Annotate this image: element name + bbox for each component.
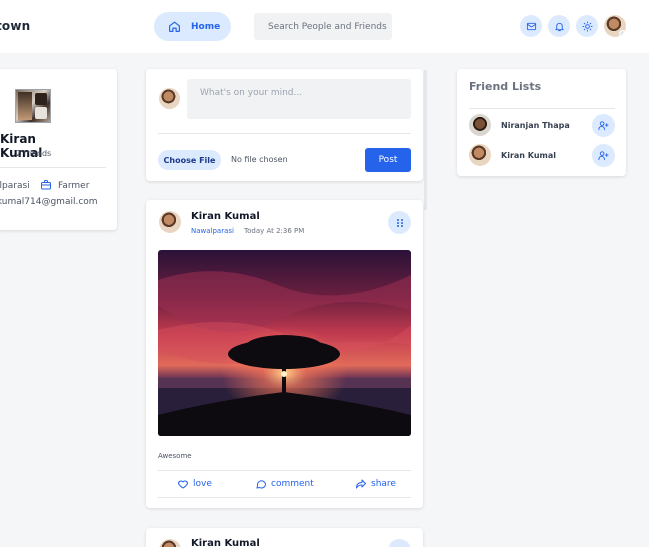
profile-card: Kiran Kumal 2 friends alparasi Farmer .k… <box>0 69 117 230</box>
comment-label: comment <box>271 479 314 489</box>
search-input[interactable] <box>254 13 392 40</box>
briefcase-icon <box>41 180 51 190</box>
profile-email: .kumal714@gmail.com <box>0 197 98 207</box>
divider <box>158 133 411 134</box>
sun-icon <box>581 20 593 32</box>
comment-button[interactable]: comment <box>255 478 314 490</box>
post-author-name[interactable]: Kiran Kumal <box>191 538 260 547</box>
post-author-avatar[interactable] <box>159 539 181 547</box>
friend-lists-title: Friend Lists <box>469 80 542 93</box>
bell-icon <box>554 22 564 31</box>
friend-lists-card: Friend Lists Niranjan Thapa Kiran Kumal <box>457 69 626 176</box>
user-avatar-menu[interactable] <box>604 15 626 37</box>
love-button[interactable]: love <box>177 478 212 490</box>
home-button[interactable]: Home <box>154 12 231 41</box>
friend-name: Kiran Kumal <box>501 151 556 160</box>
friend-avatar <box>469 144 491 166</box>
profile-location: alparasi <box>0 181 30 191</box>
profile-friends-count: 2 friends <box>16 149 52 158</box>
post-image[interactable] <box>158 250 411 436</box>
love-label: love <box>193 479 212 489</box>
feed-scrollbar[interactable] <box>424 70 427 210</box>
profile-occupation: Farmer <box>58 181 90 191</box>
divider <box>158 497 411 498</box>
add-friend-button[interactable] <box>592 144 615 167</box>
brand-logo-text[interactable]: town <box>0 19 30 33</box>
mail-button[interactable] <box>520 15 542 37</box>
post-card: Kiran Kumal Nawalparasi Today At 2:36 PM <box>146 200 423 508</box>
post-timestamp: Today At 2:36 PM <box>244 227 305 235</box>
post-submit-button[interactable]: Post <box>365 148 411 172</box>
profile-picture[interactable] <box>15 89 51 123</box>
navbar: town Home <box>0 0 649 53</box>
add-friend-button[interactable] <box>592 114 615 137</box>
home-button-label: Home <box>191 21 221 32</box>
home-icon <box>169 21 180 32</box>
comment-icon <box>256 480 266 489</box>
file-status-text: No file chosen <box>231 155 288 164</box>
divider <box>0 167 106 168</box>
friend-list-item[interactable]: Niranjan Thapa <box>469 114 615 138</box>
post-location[interactable]: Nawalparasi <box>191 227 234 235</box>
mail-icon <box>526 22 536 30</box>
share-label: share <box>371 479 396 489</box>
user-plus-icon <box>598 151 609 161</box>
choose-file-button[interactable]: Choose File <box>158 150 221 170</box>
heart-icon <box>178 480 188 489</box>
divider <box>469 108 615 109</box>
share-icon <box>356 479 366 489</box>
notifications-button[interactable] <box>548 15 570 37</box>
post-options-button[interactable] <box>388 211 411 234</box>
friend-avatar <box>469 114 491 136</box>
profile-picture-part <box>35 93 47 105</box>
post-author-avatar[interactable] <box>159 211 181 233</box>
divider <box>158 470 411 471</box>
profile-picture-part <box>18 92 32 120</box>
share-button[interactable]: share <box>355 478 396 490</box>
profile-picture-part <box>35 107 47 119</box>
friend-list-item[interactable]: Kiran Kumal <box>469 144 615 168</box>
friend-name: Niranjan Thapa <box>501 121 570 130</box>
dots-grid-icon <box>396 218 403 227</box>
post-author-name[interactable]: Kiran Kumal <box>191 211 260 222</box>
post-options-button[interactable] <box>388 539 411 547</box>
post-caption: Awesome <box>158 452 192 460</box>
chevron-down-icon <box>619 30 626 37</box>
post-composer: Choose File No file chosen Post <box>146 69 423 181</box>
composer-avatar <box>159 88 180 109</box>
theme-toggle-button[interactable] <box>576 15 598 37</box>
post-text-input[interactable] <box>187 79 411 119</box>
post-card: Kiran Kumal <box>146 528 423 547</box>
user-plus-icon <box>598 121 609 131</box>
